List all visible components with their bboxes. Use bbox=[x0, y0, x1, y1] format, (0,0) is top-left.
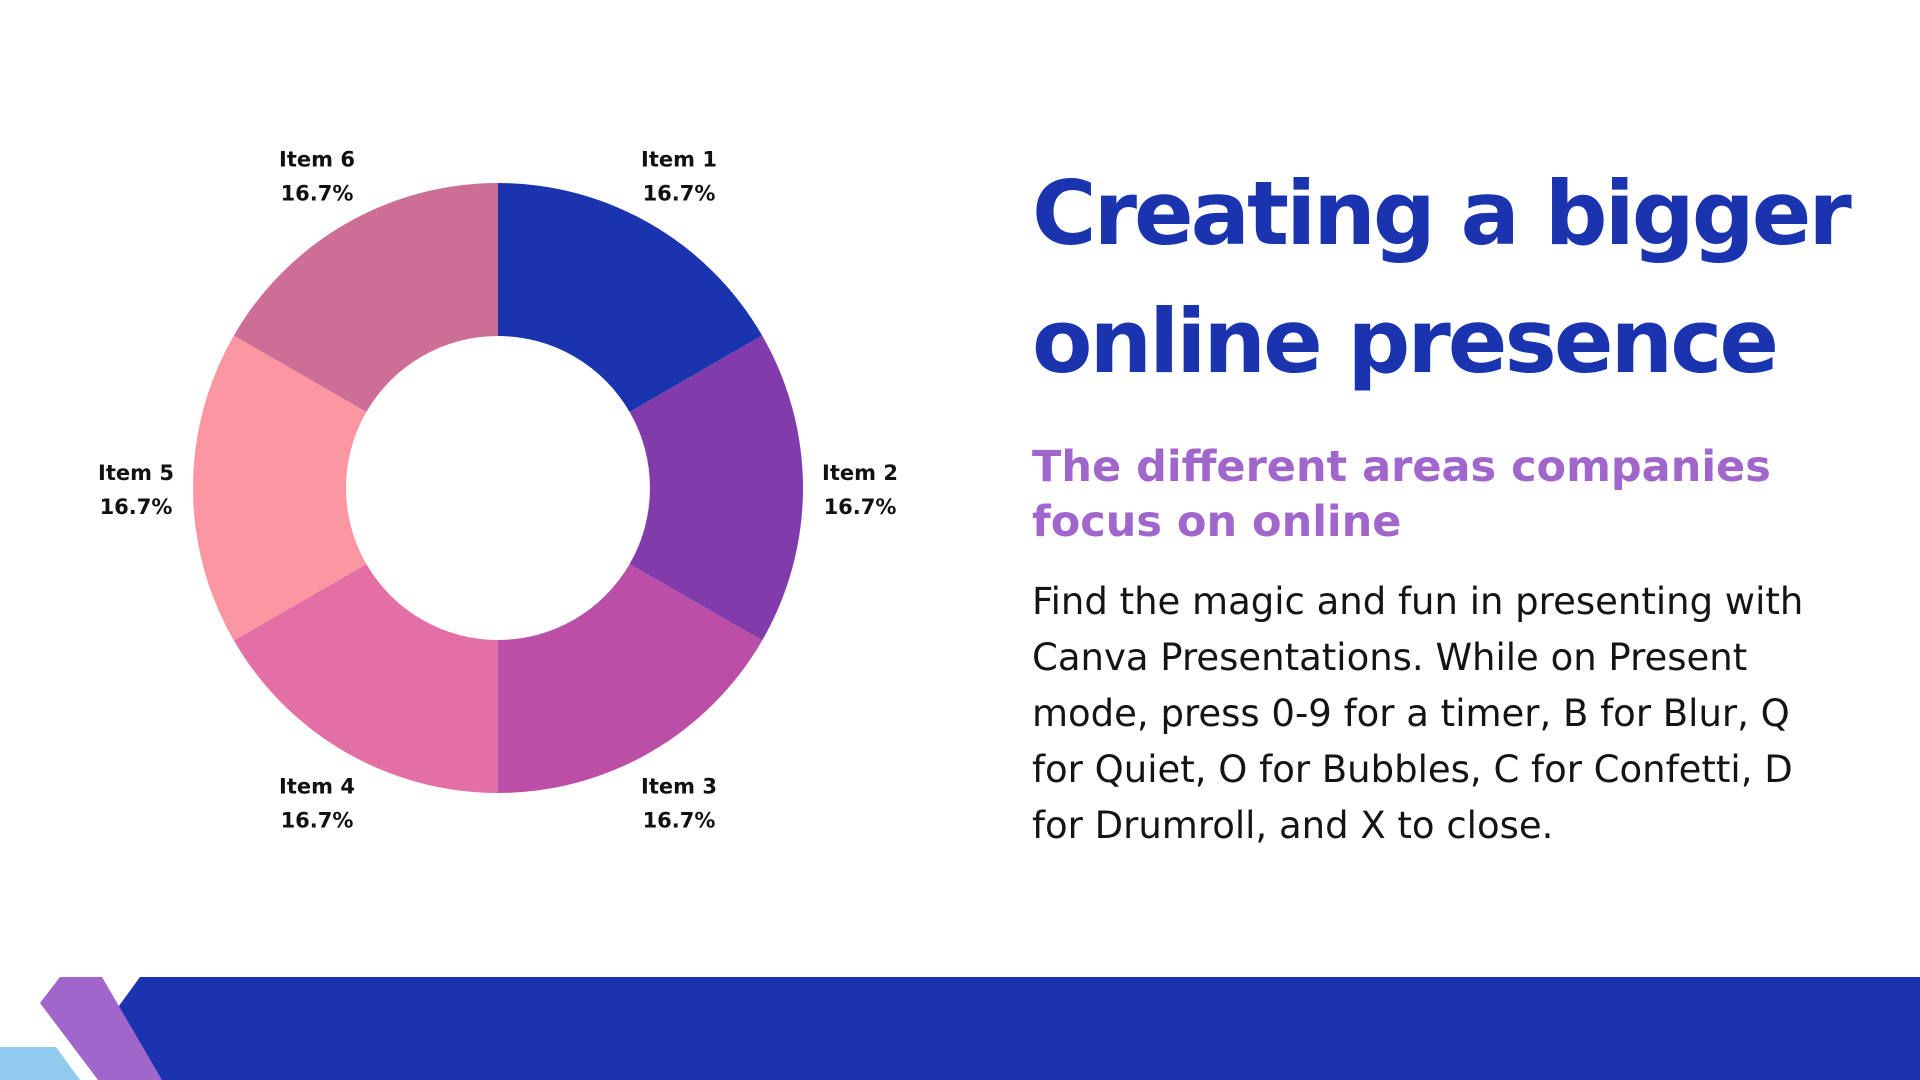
slice-category-label-6: Item 6 bbox=[279, 147, 355, 171]
footer-corner-shape bbox=[0, 1047, 80, 1080]
slide: Item 1 16.7% Item 2 16.7% Item 3 16.7% Item 4 1… bbox=[0, 0, 1920, 1080]
donut-chart-svg: Item 1 16.7% Item 2 16.7% Item 3 16.7% Item 4 1… bbox=[98, 147, 898, 833]
footer-band bbox=[105, 977, 1920, 1080]
slice-value-label-3: 16.7% bbox=[643, 809, 716, 833]
slice-category-label-2: Item 2 bbox=[822, 461, 898, 485]
slice-category-label-1: Item 1 bbox=[641, 147, 717, 171]
slice-value-label-2: 16.7% bbox=[824, 495, 897, 519]
slice-value-label-5: 16.7% bbox=[100, 495, 173, 519]
slice-value-label-1: 16.7% bbox=[643, 181, 716, 205]
slide-subtitle: The different areas companies focus on o… bbox=[1032, 442, 1771, 547]
slice-category-label-5: Item 5 bbox=[98, 461, 174, 485]
slice-value-label-6: 16.7% bbox=[281, 181, 354, 205]
slice-value-label-4: 16.7% bbox=[281, 809, 354, 833]
slice-category-label-4: Item 4 bbox=[279, 775, 355, 799]
donut-chart: Item 1 16.7% Item 2 16.7% Item 3 16.7% Item 4 1… bbox=[0, 0, 1000, 900]
slide-body-text: Find the magic and fun in presenting wit… bbox=[1032, 580, 1804, 847]
slide-title: Creating a bigger online presence bbox=[1032, 162, 1852, 393]
footer-decoration bbox=[0, 977, 1920, 1080]
slice-category-label-3: Item 3 bbox=[641, 775, 717, 799]
text-column: Creating a bigger online presence The di… bbox=[1032, 150, 1852, 854]
